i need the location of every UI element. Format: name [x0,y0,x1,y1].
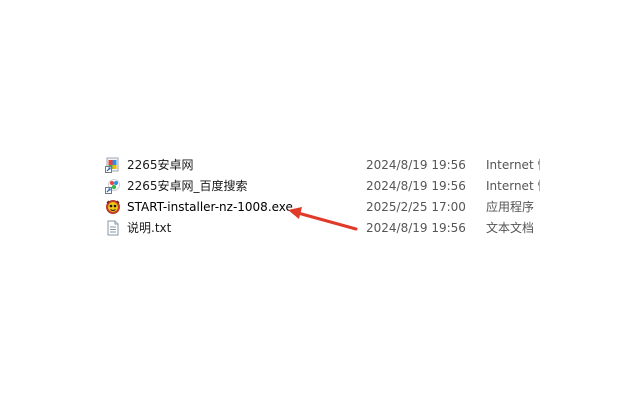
file-name: 2265安卓网 [127,158,194,172]
file-row-2265-shortcut[interactable]: 2265安卓网 2024/8/19 19:56 Internet 快捷方式 [100,155,540,176]
file-date-modified: 2024/8/19 19:56 [366,158,466,172]
file-date-modified: 2024/8/19 19:56 [366,179,466,193]
installer-icon [105,199,121,215]
file-name: 说明.txt [127,221,172,235]
text-file-icon [105,220,121,236]
file-type: 应用程序 [486,200,535,214]
file-name: START-installer-nz-1008.exe [127,200,293,214]
annotation-arrow-icon [288,207,358,231]
file-name: 2265安卓网_百度搜索 [127,179,248,193]
url-shortcut-icon [105,157,121,173]
explorer-file-list-view: 2265安卓网 2024/8/19 19:56 Internet 快捷方式 22… [0,0,640,400]
file-type: Internet 快捷方式 [486,179,540,193]
file-type: 文本文档 [486,221,535,235]
file-row-2265-baidu-shortcut[interactable]: 2265安卓网_百度搜索 2024/8/19 19:56 Internet 快捷… [100,176,540,197]
file-type: Internet 快捷方式 [486,158,540,172]
file-date-modified: 2024/8/19 19:56 [366,221,466,235]
file-date-modified: 2025/2/25 17:00 [366,200,466,214]
url-shortcut-icon [105,178,121,194]
